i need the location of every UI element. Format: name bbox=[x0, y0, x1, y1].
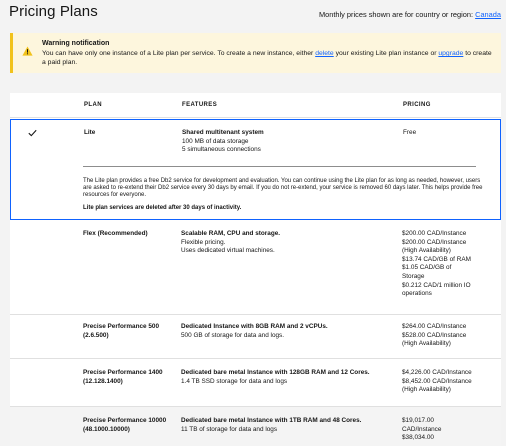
plan-name: Lite bbox=[84, 129, 96, 136]
region-prefix: Monthly prices shown are for country or … bbox=[319, 10, 476, 19]
feature-line: Scalable RAM, CPU and storage. bbox=[181, 230, 281, 237]
price-line: $4,226.00 CAD/Instance bbox=[402, 369, 472, 376]
price-line: operations bbox=[402, 290, 432, 298]
price-line: (High Availability) bbox=[402, 247, 451, 255]
plan-name-line: Precise Performance 500 bbox=[83, 323, 160, 330]
col-header-pricing: PRICING bbox=[403, 102, 431, 108]
warning-message: You can have only one instance of a Lite… bbox=[42, 49, 494, 67]
plan-id: (12.128.1400) bbox=[83, 377, 123, 385]
plan-row-lite[interactable]: Lite Shared multitenant system 100 MB of… bbox=[10, 119, 501, 220]
feature-line: 5 simultaneous connections bbox=[182, 146, 261, 154]
page-title: Pricing Plans bbox=[9, 3, 98, 20]
plan-name: Precise Performance 1400 (12.128.1400) bbox=[83, 369, 163, 386]
price-line: $19,017.00 bbox=[402, 417, 434, 424]
feature-line: 1.4 TB SSD storage for data and logs bbox=[181, 377, 288, 385]
feature-line: Flexible pricing. bbox=[181, 238, 226, 246]
plan-name: Flex (Recommended) bbox=[83, 230, 148, 237]
plan-row-pp10000[interactable]: Precise Performance 10000 (48.1000.10000… bbox=[10, 407, 501, 446]
plan-row-pp500[interactable]: Precise Performance 500 (2.6.500) Dedica… bbox=[10, 315, 501, 359]
warning-title: Warning notification bbox=[42, 40, 110, 47]
divider bbox=[83, 166, 476, 167]
plan-row-flex[interactable]: Flex (Recommended) Scalable RAM, CPU and… bbox=[10, 220, 501, 315]
plan-features: Shared multitenant system 100 MB of data… bbox=[182, 129, 392, 155]
plan-features: Dedicated Instance with 8GB RAM and 2 vC… bbox=[181, 323, 396, 340]
price-line: $200.00 CAD/Instance bbox=[402, 238, 467, 246]
plan-note: Lite plan services are deleted after 30 … bbox=[83, 205, 242, 211]
price-line: $1.05 CAD/GB of bbox=[402, 264, 452, 272]
feature-line: Dedicated Instance with 8GB RAM and 2 vC… bbox=[181, 323, 328, 330]
price-line: CAD/Instance bbox=[402, 425, 442, 433]
plan-features: Dedicated bare metal Instance with 1TB R… bbox=[181, 417, 396, 434]
warning-text-2: your existing Lite plan instance or bbox=[333, 50, 439, 57]
plan-pricing: $19,017.00 CAD/Instance $38,034.00 bbox=[402, 417, 497, 443]
price-line: $0.212 CAD/1 million IO bbox=[402, 281, 471, 289]
col-header-features: FEATURES bbox=[182, 102, 218, 108]
feature-line: 100 MB of data storage bbox=[182, 137, 249, 145]
warning-text-1: You can have only one instance of a Lite… bbox=[42, 50, 316, 57]
upgrade-link[interactable]: upgrade bbox=[438, 50, 463, 57]
price-line: $200.00 CAD/Instance bbox=[402, 230, 467, 237]
region-note: Monthly prices shown are for country or … bbox=[319, 10, 501, 19]
table-header: PLAN FEATURES PRICING bbox=[10, 93, 501, 118]
plan-id: (48.1000.10000) bbox=[83, 425, 130, 433]
feature-line: Dedicated bare metal Instance with 1TB R… bbox=[181, 417, 362, 424]
feature-line: Uses dedicated virtual machines. bbox=[181, 247, 275, 255]
price-line: $528.00 CAD/Instance bbox=[402, 331, 467, 339]
plan-description: The Lite plan provides a free Db2 servic… bbox=[83, 178, 483, 199]
plan-name-line: Precise Performance 1400 bbox=[83, 369, 163, 376]
region-link[interactable]: Canada bbox=[475, 10, 501, 19]
plan-features: Dedicated bare metal Instance with 128GB… bbox=[181, 369, 396, 386]
delete-link[interactable]: delete bbox=[315, 50, 334, 57]
plan-pricing: $200.00 CAD/Instance $200.00 CAD/Instanc… bbox=[402, 230, 497, 299]
feature-line: Shared multitenant system bbox=[182, 129, 264, 136]
plan-name-line: Precise Performance 10000 bbox=[83, 417, 167, 424]
warning-triangle-icon bbox=[22, 46, 33, 56]
feature-line: 11 TB of storage for data and logs bbox=[181, 425, 278, 433]
checkmark-icon bbox=[28, 129, 37, 137]
price-line: $8,452.00 CAD/Instance bbox=[402, 377, 472, 385]
plan-pricing: $4,226.00 CAD/Instance $8,452.00 CAD/Ins… bbox=[402, 369, 497, 395]
plan-name: Precise Performance 10000 (48.1000.10000… bbox=[83, 417, 166, 434]
price-line: (High Availability) bbox=[402, 386, 451, 394]
price-line: $264.00 CAD/Instance bbox=[402, 323, 467, 330]
plan-id: (2.6.500) bbox=[83, 331, 109, 339]
page-header: Pricing Plans Monthly prices shown are f… bbox=[0, 0, 506, 30]
price-line: $38,034.00 bbox=[402, 434, 434, 442]
pricing-table: PLAN FEATURES PRICING Lite Shared multit… bbox=[10, 93, 501, 446]
price-line: Storage bbox=[402, 272, 425, 280]
price-line: (High Availability) bbox=[402, 340, 451, 348]
plan-pricing: $264.00 CAD/Instance $528.00 CAD/Instanc… bbox=[402, 323, 497, 349]
feature-line: Dedicated bare metal Instance with 128GB… bbox=[181, 369, 370, 376]
feature-line: 500 GB of storage for data and logs. bbox=[181, 331, 285, 339]
plan-row-pp1400[interactable]: Precise Performance 1400 (12.128.1400) D… bbox=[10, 359, 501, 407]
col-header-plan: PLAN bbox=[84, 102, 102, 108]
plan-name: Precise Performance 500 (2.6.500) bbox=[83, 323, 159, 340]
plan-price: Free bbox=[403, 129, 417, 136]
warning-notification: Warning notification You can have only o… bbox=[10, 33, 501, 73]
price-line: $13.74 CAD/GB of RAM bbox=[402, 255, 471, 263]
plan-features: Scalable RAM, CPU and storage. Flexible … bbox=[181, 230, 391, 256]
